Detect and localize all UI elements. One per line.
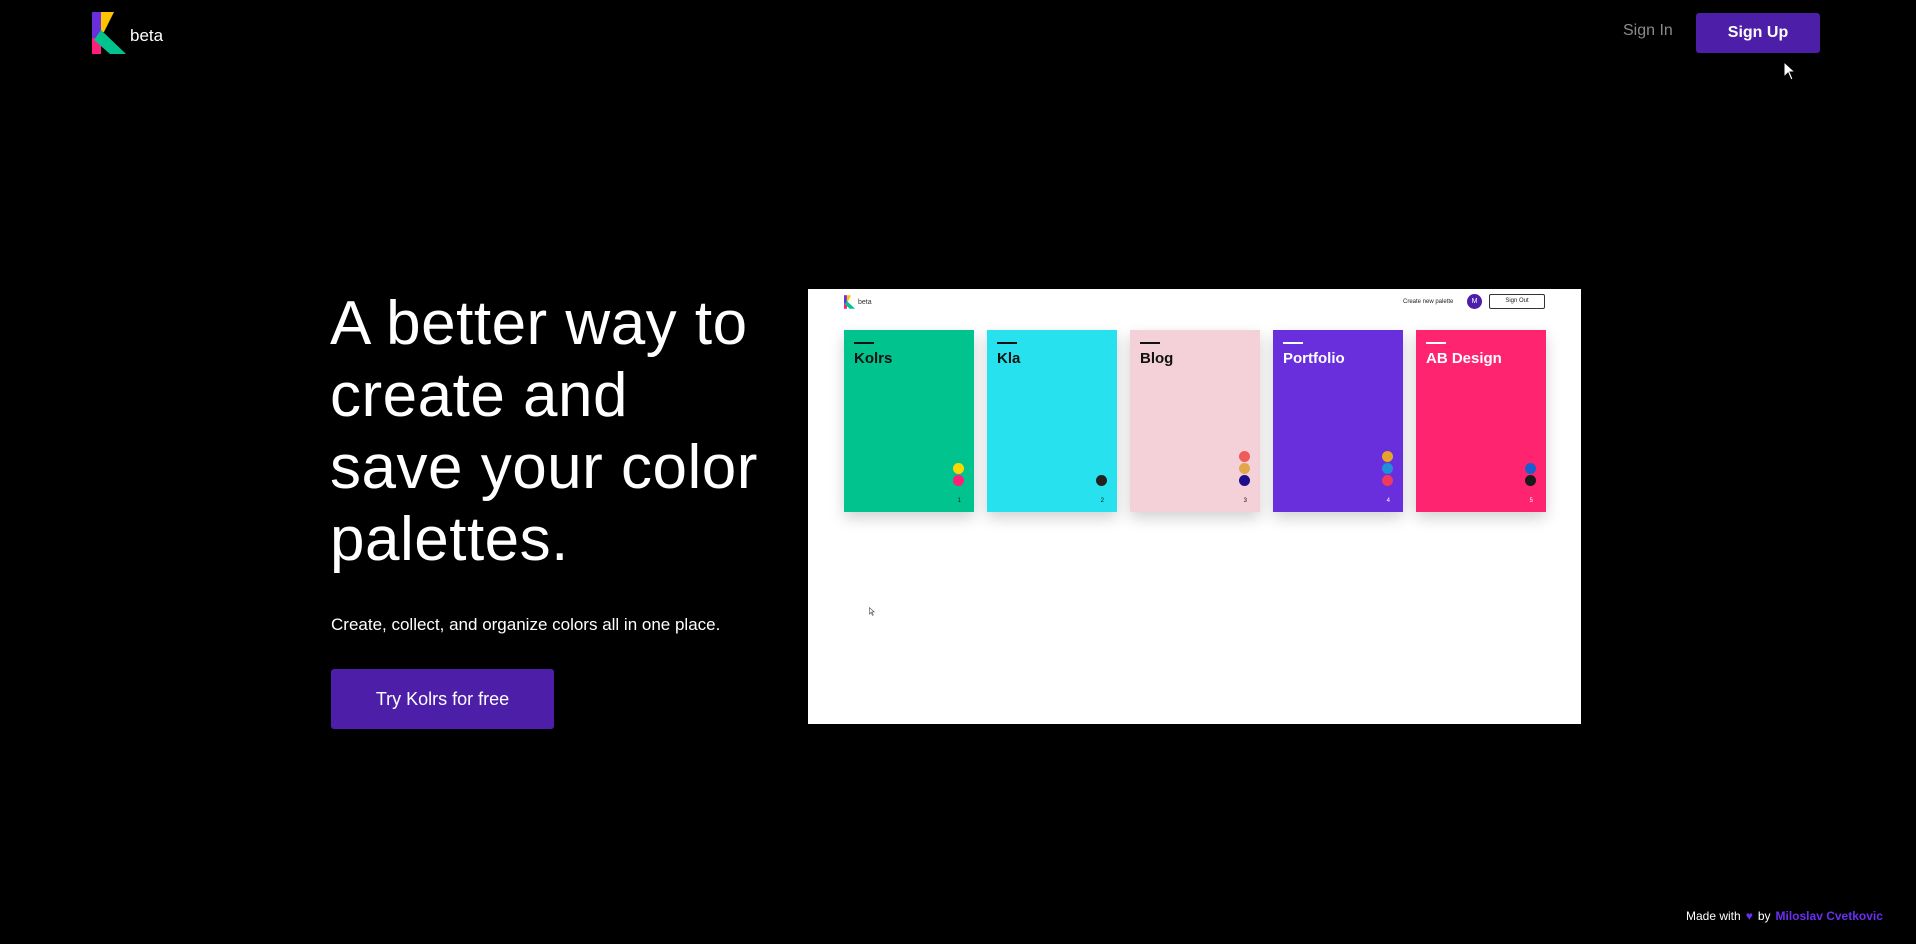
logo-text: beta [130,26,164,45]
preview-sign-out-button: Sign Out [1489,294,1545,309]
palette-card-name: AB Design [1426,350,1502,367]
color-swatch [1239,475,1250,486]
preview-logo-text: beta [858,298,872,306]
palette-card-rule [997,342,1017,344]
preview-kolrs-logo-icon [844,295,855,309]
footer-credit: Made with ♥ by Miloslav Cvetkovic [1686,909,1883,923]
palette-color-swatches [1096,475,1107,486]
palette-card: Kolrs 1 [844,330,974,512]
sign-in-link[interactable]: Sign In [1623,22,1673,40]
preview-logo: beta [844,295,872,309]
color-swatch [1096,475,1107,486]
palette-card-name: Blog [1140,350,1174,367]
palette-card: AB Design 5 [1416,330,1546,512]
palette-card-number: 4 [1386,498,1390,504]
palette-card-rule [854,342,874,344]
hero-title: A better way to create and save your col… [330,289,758,574]
palette-card-rule [1426,342,1446,344]
palette-card-rule [1140,342,1160,344]
palette-color-swatches [953,463,964,486]
preview-cursor-icon [869,607,875,616]
heart-icon: ♥ [1745,909,1753,923]
palette-card-number: 2 [1100,498,1104,504]
color-swatch [1382,463,1393,474]
palette-card-number: 3 [1243,498,1247,504]
footer-by: by [1757,909,1771,923]
kolrs-logo-icon [92,12,126,54]
palette-card-name: Portfolio [1283,350,1345,367]
palette-card-rule [1283,342,1303,344]
palette-card-number: 5 [1529,498,1533,504]
palette-card-name: Kolrs [854,350,893,367]
author-link[interactable]: Miloslav Cvetkovic [1776,909,1883,923]
preview-create-palette-link: Create new palette [1403,299,1454,305]
color-swatch [953,475,964,486]
footer-made-with: Made with [1686,909,1741,923]
palette-card: Portfolio 4 [1273,330,1403,512]
palette-card-name: Kla [997,350,1021,367]
color-swatch [1239,451,1250,462]
logo[interactable]: beta [92,12,163,54]
sign-up-button[interactable]: Sign Up [1696,13,1820,53]
palette-color-swatches [1239,451,1250,486]
color-swatch [1525,463,1536,474]
color-swatch [953,463,964,474]
color-swatch [1525,475,1536,486]
palette-card: Kla 2 [987,330,1117,512]
palette-color-swatches [1382,451,1393,486]
app-preview: beta Create new palette M Sign Out Kolrs… [808,289,1581,724]
preview-avatar: M [1467,294,1482,309]
color-swatch [1382,475,1393,486]
color-swatch [1239,463,1250,474]
palette-card: Blog 3 [1130,330,1260,512]
mouse-cursor-icon [1783,61,1797,81]
color-swatch [1382,451,1393,462]
palette-card-number: 1 [957,498,961,504]
palette-color-swatches [1525,463,1536,486]
hero-subtitle: Create, collect, and organize colors all… [331,615,721,634]
try-kolrs-button[interactable]: Try Kolrs for free [331,669,554,729]
